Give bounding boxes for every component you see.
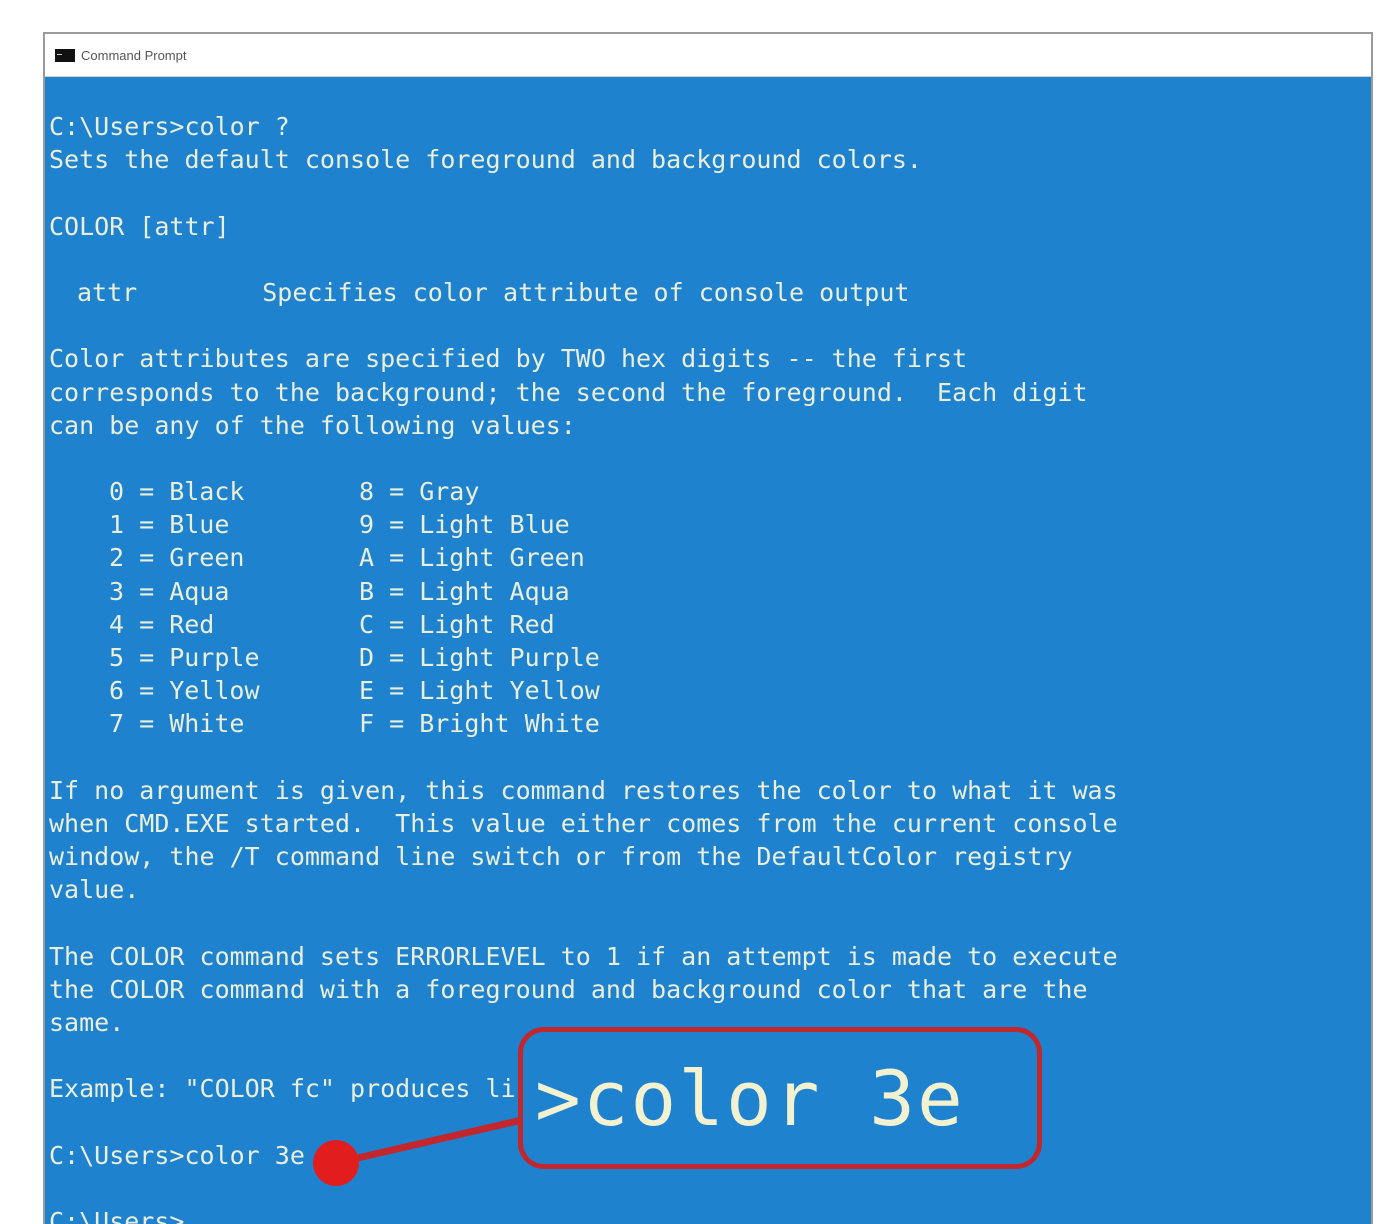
- restore-paragraph-line: If no argument is given, this command re…: [49, 775, 1118, 805]
- restore-paragraph-line: window, the /T command line switch or fr…: [49, 842, 1073, 872]
- restore-paragraph-line: value.: [49, 875, 140, 905]
- color-attr-paragraph-line: Color attributes are specified by TWO he…: [49, 344, 968, 374]
- color-value: 1 = Blue: [109, 510, 230, 540]
- color-table-row: 3 = Aqua B = Light Aqua: [49, 575, 1371, 608]
- callout-text: >color 3e: [535, 1053, 965, 1143]
- color-attr-paragraph-line: can be any of the following values:: [49, 410, 576, 440]
- color-table-row: 4 = Red C = Light Red: [49, 608, 1371, 641]
- color-value: 2 = Green: [109, 543, 245, 573]
- color-table-row: 2 = Green A = Light Green: [49, 541, 1371, 574]
- color-value: 3 = Aqua: [109, 576, 230, 606]
- color-value: 5 = Purple: [109, 643, 260, 672]
- command-prompt-icon: [55, 48, 75, 62]
- title-bar[interactable]: Command Prompt: [45, 34, 1371, 77]
- color-table-row: 7 = White F = Bright White: [49, 707, 1371, 740]
- zoom-callout: >color 3e: [518, 1027, 1042, 1169]
- syntax-line: COLOR [attr]: [49, 211, 230, 241]
- help-description: Sets the default console foreground and …: [49, 145, 922, 175]
- color-value: A = Light Green: [359, 543, 585, 573]
- color-value: 0 = Black: [109, 477, 245, 507]
- color-table-row: 0 = Black 8 = Gray: [49, 475, 1371, 508]
- color-value: 4 = Red: [109, 609, 215, 639]
- attr-line: attr Specifies color attribute of console…: [49, 276, 1371, 309]
- prompt-line[interactable]: C:\Users>: [49, 1205, 1371, 1224]
- color-value: F = Bright White: [359, 709, 600, 739]
- attr-description: Specifies color attribute of console out…: [262, 277, 910, 307]
- color-value: D = Light Purple: [359, 643, 600, 672]
- color-value: 9 = Light Blue: [359, 510, 570, 540]
- color-value: C = Light Red: [359, 609, 555, 639]
- restore-paragraph-line: when CMD.EXE started. This value either …: [49, 808, 1118, 838]
- color-table-row: 6 = Yellow E = Light Yellow: [49, 674, 1371, 707]
- color-table-row: 5 = Purple D = Light Purple: [49, 641, 1371, 674]
- color-value: B = Light Aqua: [359, 576, 570, 606]
- color-attr-paragraph-line: corresponds to the background; the secon…: [49, 377, 1088, 407]
- color-value: 8 = Gray: [359, 477, 480, 507]
- color-value: E = Light Yellow: [359, 676, 600, 706]
- color-value: 7 = White: [109, 709, 245, 739]
- errorlevel-paragraph-line: The COLOR command sets ERRORLEVEL to 1 i…: [49, 941, 1118, 971]
- attr-name: attr: [77, 277, 138, 307]
- color-value: 6 = Yellow: [109, 676, 260, 706]
- color-table-row: 1 = Blue 9 = Light Blue: [49, 508, 1371, 541]
- window-title: Command Prompt: [81, 47, 187, 63]
- command-line: C:\Users>color ?: [49, 112, 290, 141]
- errorlevel-paragraph-line: the COLOR command with a foreground and …: [49, 974, 1088, 1004]
